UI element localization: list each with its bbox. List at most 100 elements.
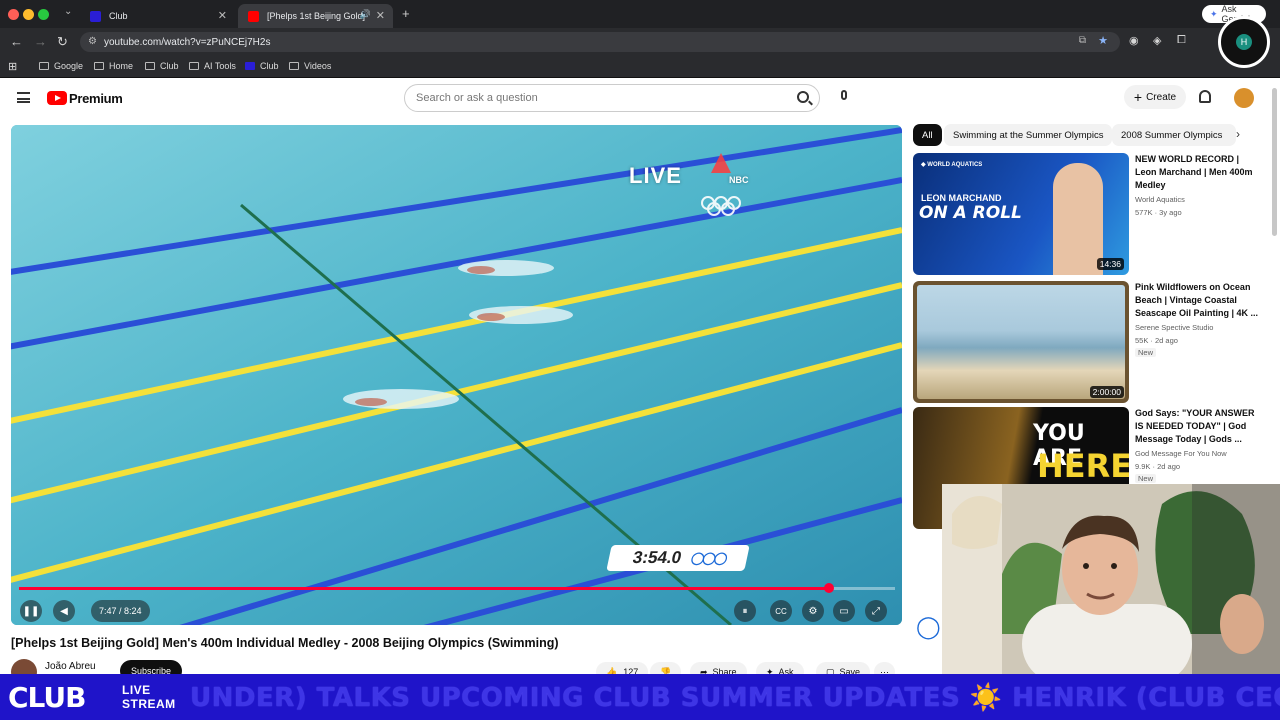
live-overlay-label: LIVE NBC bbox=[629, 163, 749, 189]
folder-icon bbox=[145, 62, 155, 70]
chip-all[interactable]: All bbox=[913, 124, 942, 146]
recommendation-card[interactable]: ◆ WORLD AQUATICS LEON MARCHAND ON A ROLL… bbox=[913, 153, 1263, 275]
pause-button[interactable]: ❚❚ bbox=[20, 600, 42, 622]
club-logo: CLUB bbox=[8, 681, 86, 714]
url-text: youtube.com/watch?v=zPuNCEj7H2s bbox=[104, 36, 271, 48]
new-tab-icon[interactable]: + bbox=[402, 6, 410, 21]
video-frame-pool bbox=[11, 125, 902, 625]
forward-arrow-icon[interactable]: → bbox=[34, 34, 47, 49]
create-label: Create bbox=[1146, 91, 1177, 103]
tab-youtube-video[interactable]: [Phelps 1st Beijing Gold] Men's 400m Ind… bbox=[238, 4, 393, 28]
recommendation-channel[interactable]: World Aquatics bbox=[1135, 193, 1185, 206]
bookmark-label: Club bbox=[260, 61, 279, 71]
bookmark-videos[interactable]: Videos bbox=[289, 61, 331, 71]
bookmark-club[interactable]: Club bbox=[245, 61, 279, 71]
fullscreen-icon[interactable]: ⤢ bbox=[865, 600, 887, 622]
volume-icon[interactable]: ◀ bbox=[53, 600, 75, 622]
apps-grid-icon[interactable]: ⊞ bbox=[8, 60, 17, 73]
youtube-logo-icon[interactable] bbox=[47, 91, 67, 105]
menu-hamburger-icon[interactable] bbox=[17, 92, 30, 103]
plus-icon: + bbox=[1133, 89, 1143, 105]
video-title: [Phelps 1st Beijing Gold] Men's 400m Ind… bbox=[11, 636, 559, 650]
page-scrollbar[interactable] bbox=[1272, 88, 1277, 236]
live-stream-label: LIVE STREAM bbox=[122, 683, 176, 711]
search-placeholder: Search or ask a question bbox=[416, 92, 538, 104]
microphone-icon[interactable] bbox=[839, 90, 849, 106]
extension-icon[interactable]: ◉ bbox=[1129, 34, 1139, 47]
search-input[interactable]: Search or ask a question bbox=[404, 84, 820, 112]
stream-ticker-banner: CLUB LIVE STREAM UNDER) TALKS UPCOMING C… bbox=[0, 674, 1280, 720]
live-text: LIVE bbox=[122, 683, 151, 697]
seascape-painting bbox=[917, 285, 1125, 399]
create-button[interactable]: + Create bbox=[1124, 85, 1186, 109]
close-tab-icon[interactable]: ✕ bbox=[218, 9, 227, 22]
search-icon[interactable] bbox=[797, 91, 809, 103]
browser-tab-bar: ⌄ Club ✕ [Phelps 1st Beijing Gold] Men's… bbox=[0, 0, 1280, 28]
streamer-webcam bbox=[942, 484, 1280, 674]
bookmark-ai-tools[interactable]: AI Tools bbox=[189, 61, 236, 71]
bookmark-label: Google bbox=[54, 61, 84, 71]
recommendation-thumbnail[interactable]: 2:00:00 bbox=[913, 281, 1129, 403]
race-clock-overlay: 3:54.0 ◯◯◯ bbox=[606, 545, 750, 571]
olympic-rings-icon: ◯ bbox=[916, 614, 941, 639]
folder-icon bbox=[94, 62, 104, 70]
swimmer-figure bbox=[1053, 163, 1103, 275]
bookmark-club-folder[interactable]: Club bbox=[145, 61, 179, 71]
ticker-text: UNDER) TALKS UPCOMING CLUB SUMMER UPDATE… bbox=[190, 683, 1280, 713]
reload-icon[interactable]: ↻ bbox=[57, 34, 68, 50]
close-window-button[interactable] bbox=[8, 9, 19, 20]
world-aquatics-logo-icon: ◆ WORLD AQUATICS bbox=[921, 162, 983, 168]
video-player[interactable]: LIVE NBC 3:54.0 ◯◯◯ ❚❚ ◀ 7:47 / 8:24 ⏸ C… bbox=[11, 125, 902, 625]
tab-club[interactable]: Club ✕ bbox=[80, 4, 235, 28]
webcam-overlay bbox=[942, 484, 1280, 674]
stream-text: STREAM bbox=[122, 697, 176, 711]
bookmarks-bar: ⊞ Google Home Club AI Tools Club Videos bbox=[0, 56, 1280, 78]
recommendation-channel[interactable]: Serene Spective Studio bbox=[1135, 321, 1213, 334]
captions-icon[interactable]: CC bbox=[770, 600, 792, 622]
minimize-window-button[interactable] bbox=[23, 9, 34, 20]
chip-2008-olympics[interactable]: 2008 Summer Olympics bbox=[1112, 124, 1236, 146]
channel-name[interactable]: João Abreu bbox=[45, 661, 96, 672]
theater-mode-icon[interactable]: ▭ bbox=[833, 600, 855, 622]
recommendation-channel[interactable]: God Message For You Now bbox=[1135, 447, 1227, 460]
recommendation-card[interactable]: 2:00:00 Pink Wildflowers on Ocean Beach … bbox=[913, 281, 1263, 403]
recommendation-thumbnail[interactable]: ◆ WORLD AQUATICS LEON MARCHAND ON A ROLL… bbox=[913, 153, 1129, 275]
folder-icon bbox=[189, 62, 199, 70]
bookmark-label: Club bbox=[160, 61, 179, 71]
maximize-window-button[interactable] bbox=[38, 9, 49, 20]
recommendation-title[interactable]: Pink Wildflowers on Ocean Beach | Vintag… bbox=[1135, 281, 1259, 320]
recommendation-title[interactable]: God Says: "YOUR ANSWER IS NEEDED TODAY" … bbox=[1135, 407, 1259, 446]
extensions-puzzle-icon[interactable]: ⧠ bbox=[1177, 34, 1186, 47]
extension-icon[interactable]: ◈ bbox=[1153, 34, 1161, 47]
install-app-icon[interactable]: ⧉ bbox=[1079, 35, 1086, 46]
filter-chips: All Swimming at the Summer Olympics 2008… bbox=[913, 124, 1253, 146]
settings-gear-icon[interactable]: ⚙ bbox=[802, 600, 824, 622]
new-badge: New bbox=[1135, 474, 1157, 483]
thumbnail-text: HERE bbox=[1037, 447, 1129, 485]
recommendation-views: 577K · 3y ago bbox=[1135, 208, 1182, 217]
audio-playing-icon[interactable]: 🔊 bbox=[360, 9, 371, 20]
bookmark-home[interactable]: Home bbox=[94, 61, 133, 71]
browser-toolbar: ← → ↻ ⚙ youtube.com/watch?v=zPuNCEj7H2s … bbox=[0, 28, 1280, 56]
site-settings-icon[interactable]: ⚙ bbox=[88, 36, 97, 47]
progress-bar[interactable] bbox=[19, 583, 895, 593]
autoplay-toggle-icon[interactable]: ⏸ bbox=[734, 600, 756, 622]
recommendation-views: 55K · 2d ago bbox=[1135, 336, 1178, 345]
back-arrow-icon[interactable]: ← bbox=[10, 34, 23, 49]
profile-avatar-button[interactable]: H bbox=[1218, 16, 1270, 68]
notifications-bell-icon[interactable] bbox=[1199, 90, 1211, 103]
chip-swimming-olympics[interactable]: Swimming at the Summer Olympics bbox=[944, 124, 1113, 146]
live-text: LIVE bbox=[629, 163, 682, 188]
tab-search-chevron-icon[interactable]: ⌄ bbox=[64, 6, 72, 17]
bookmark-label: Home bbox=[109, 61, 134, 71]
club-favicon-icon bbox=[90, 10, 101, 22]
account-avatar[interactable] bbox=[1234, 88, 1254, 108]
video-duration: 2:00:00 bbox=[1089, 386, 1124, 398]
address-bar[interactable]: ⚙ youtube.com/watch?v=zPuNCEj7H2s ⧉ ★ bbox=[80, 32, 1120, 52]
bookmark-google[interactable]: Google bbox=[39, 61, 83, 71]
recommendation-title[interactable]: NEW WORLD RECORD | Leon Marchand | Men 4… bbox=[1135, 153, 1259, 192]
chips-next-chevron-icon[interactable]: › bbox=[1236, 127, 1240, 141]
youtube-premium-logo[interactable]: Premium bbox=[69, 91, 123, 106]
close-tab-icon[interactable]: ✕ bbox=[376, 9, 385, 22]
bookmark-star-icon[interactable]: ★ bbox=[1098, 34, 1108, 47]
